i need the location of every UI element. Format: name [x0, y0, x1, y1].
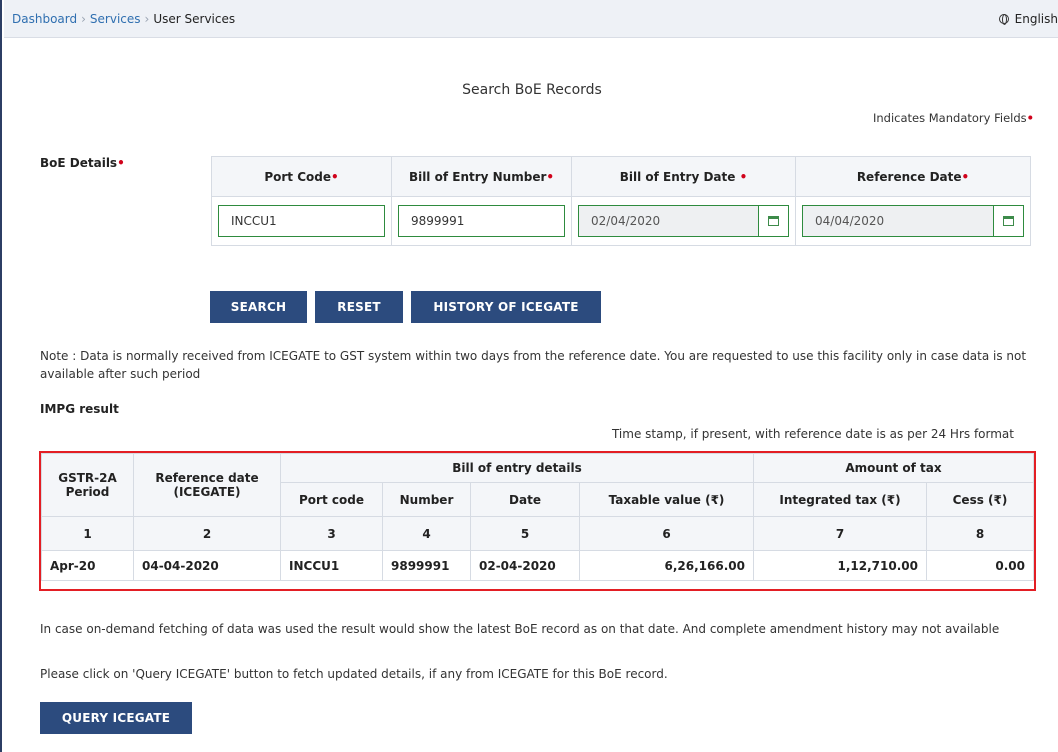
column-number: 6	[579, 516, 754, 551]
history-of-icegate-button[interactable]: HISTORY OF ICEGATE	[411, 291, 601, 323]
amendment-history-note: In case on-demand fetching of data was u…	[40, 622, 1000, 636]
port-code-col-header: Port code	[280, 482, 383, 517]
required-marker: •	[330, 169, 339, 184]
taxable-value-col-header: Taxable value (₹)	[579, 482, 754, 517]
reset-button[interactable]: RESET	[315, 291, 403, 323]
column-number: 4	[382, 516, 471, 551]
boe-details-text: BoE Details	[40, 156, 118, 170]
top-bar: Dashboard › Services › User Services English	[4, 0, 1058, 38]
query-icegate-button[interactable]: QUERY ICEGATE	[40, 702, 192, 734]
row-date: 02-04-2020	[470, 550, 580, 581]
reference-date-value: 04/04/2020	[815, 214, 885, 229]
row-cess: 0.00	[926, 550, 1034, 581]
language-selector[interactable]: English	[998, 12, 1058, 26]
port-code-input[interactable]: INCCU1	[218, 205, 385, 238]
data-availability-note: Note : Data is normally received from IC…	[40, 349, 1027, 381]
calendar-icon	[1003, 216, 1014, 227]
required-marker: •	[546, 169, 555, 184]
required-marker: •	[1026, 111, 1034, 125]
reference-date-col-header: Reference date (ICEGATE)	[133, 453, 281, 517]
query-icegate-note: Please click on 'Query ICEGATE' button t…	[40, 667, 668, 681]
boe-details-label: BoE Details•	[40, 156, 125, 170]
row-integrated-tax: 1,12,710.00	[753, 550, 927, 581]
calendar-icon	[768, 216, 779, 227]
row-reference-date: 04-04-2020	[133, 550, 281, 581]
port-code-cell: INCCU1	[211, 196, 392, 246]
breadcrumb-services[interactable]: Services	[90, 12, 141, 26]
page-frame: Dashboard › Services › User Services English…	[0, 0, 1058, 752]
row-period: Apr-20	[41, 550, 134, 581]
breadcrumb-dashboard[interactable]: Dashboard	[12, 12, 77, 26]
integrated-tax-col-header: Integrated tax (₹)	[753, 482, 927, 517]
port-code-label: Port Code	[264, 169, 331, 184]
row-port-code: INCCU1	[280, 550, 383, 581]
number-col-header: Number	[382, 482, 471, 517]
reference-date-label: Reference Date	[856, 169, 962, 184]
cess-col-header: Cess (₹)	[926, 482, 1034, 517]
bill-number-cell: 9899991	[391, 196, 572, 246]
bill-number-header: Bill of Entry Number•	[391, 155, 572, 198]
timestamp-note: Time stamp, if present, with reference d…	[611, 427, 1014, 441]
port-code-header: Port Code•	[211, 155, 392, 198]
bill-of-entry-details-header: Bill of entry details	[280, 453, 754, 483]
column-number: 8	[926, 516, 1034, 551]
page-title: Search BoE Records	[462, 82, 602, 98]
boe-details-form: Port Code• Bill of Entry Number• Bill of…	[211, 155, 1031, 246]
row-number: 9899991	[382, 550, 471, 581]
mandatory-note-text: Indicates Mandatory Fields	[872, 111, 1027, 125]
globe-icon	[998, 14, 1009, 25]
breadcrumb-separator: ›	[144, 12, 150, 26]
impg-result-table: GSTR-2A Period Reference date (ICEGATE) …	[41, 453, 1034, 581]
column-number: 5	[470, 516, 580, 551]
reference-date-cell: 04/04/2020	[795, 196, 1031, 246]
language-label: English	[1014, 12, 1058, 26]
bill-number-input[interactable]: 9899991	[398, 205, 565, 238]
bill-date-header: Bill of Entry Date •	[571, 155, 796, 198]
impg-result-table-highlight: GSTR-2A Period Reference date (ICEGATE) …	[39, 451, 1036, 591]
reference-date-picker-button[interactable]	[993, 206, 1023, 237]
mandatory-note: Indicates Mandatory Fields•	[873, 111, 1034, 125]
main-content: Search BoE Records Indicates Mandatory F…	[4, 38, 1058, 752]
amount-of-tax-header: Amount of tax	[753, 453, 1034, 483]
bill-date-cell: 02/04/2020	[571, 196, 796, 246]
column-number-row: 1 2 3 4 5 6 7 8	[41, 516, 1034, 551]
required-marker: •	[739, 169, 748, 184]
date-col-header: Date	[470, 482, 580, 517]
breadcrumb-current: User Services	[153, 12, 236, 26]
bill-date-input[interactable]: 02/04/2020	[578, 205, 789, 238]
required-marker: •	[961, 169, 970, 184]
breadcrumb-separator: ›	[81, 12, 86, 26]
reference-date-header: Reference Date•	[795, 155, 1031, 198]
table-row: Apr-20 04-04-2020 INCCU1 9899991 02-04-2…	[41, 550, 1034, 581]
column-number: 1	[41, 516, 134, 551]
search-button[interactable]: SEARCH	[210, 291, 307, 323]
required-marker: •	[117, 156, 125, 170]
period-header: GSTR-2A Period	[41, 453, 134, 517]
reference-date-input[interactable]: 04/04/2020	[802, 205, 1024, 238]
bill-number-label: Bill of Entry Number	[408, 169, 547, 184]
impg-result-heading: IMPG result	[40, 402, 119, 416]
bill-date-value: 02/04/2020	[591, 214, 661, 229]
column-number: 3	[280, 516, 383, 551]
breadcrumb: Dashboard › Services › User Services	[12, 12, 235, 26]
bill-date-label: Bill of Entry Date	[619, 169, 740, 184]
bill-date-picker-button[interactable]	[758, 206, 788, 237]
column-number: 2	[133, 516, 281, 551]
row-taxable-value: 6,26,166.00	[579, 550, 754, 581]
column-number: 7	[753, 516, 927, 551]
